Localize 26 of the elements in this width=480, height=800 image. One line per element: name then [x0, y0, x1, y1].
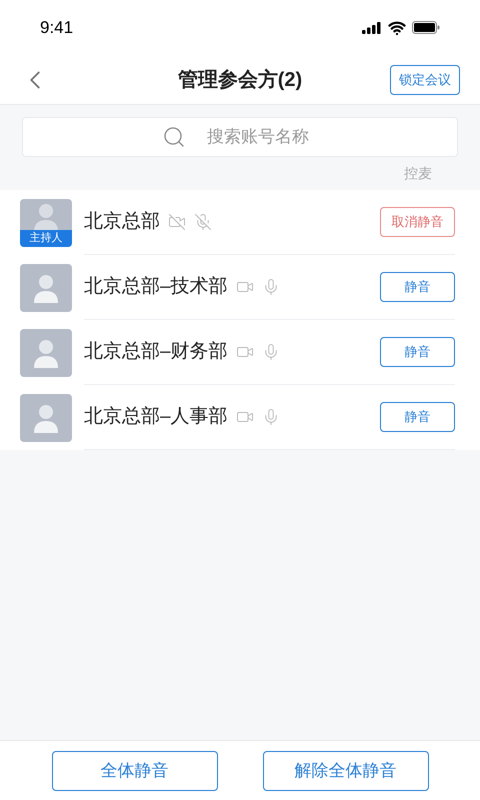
unmute-all-button[interactable]: 解除全体静音 — [262, 750, 428, 790]
mute-button[interactable]: 静音 — [380, 402, 455, 432]
participant-name: 北京总部–财务部 — [84, 340, 228, 364]
unmute-button[interactable]: 取消静音 — [380, 207, 455, 237]
participant-name: 北京总部–技术部 — [84, 274, 228, 299]
person-icon — [32, 338, 60, 368]
search-icon — [162, 125, 186, 149]
search-field[interactable]: 搜索账号名称 — [22, 117, 458, 157]
person-icon — [32, 402, 60, 432]
signal-icon — [362, 22, 382, 34]
mute-button[interactable]: 静音 — [380, 272, 455, 302]
mute-all-button[interactable]: 全体静音 — [52, 750, 218, 790]
host-badge: 主持人 — [20, 230, 72, 246]
mute-button[interactable]: 静音 — [380, 337, 455, 367]
participant-name: 北京总部 — [84, 210, 160, 234]
wifi-icon — [388, 18, 406, 36]
lock-meeting-button[interactable]: 锁定会议 — [390, 64, 460, 94]
page-title: 管理参会方(2) — [178, 68, 302, 92]
person-icon — [32, 202, 60, 232]
mic-control-label: 控麦 — [404, 164, 432, 183]
person-icon — [32, 272, 60, 302]
microphone-off-icon — [194, 213, 212, 231]
status-time: 9:41 — [40, 16, 74, 39]
participant-name: 北京总部–人事部 — [84, 404, 228, 429]
battery-icon — [412, 21, 440, 34]
camera-off-icon — [168, 213, 186, 231]
